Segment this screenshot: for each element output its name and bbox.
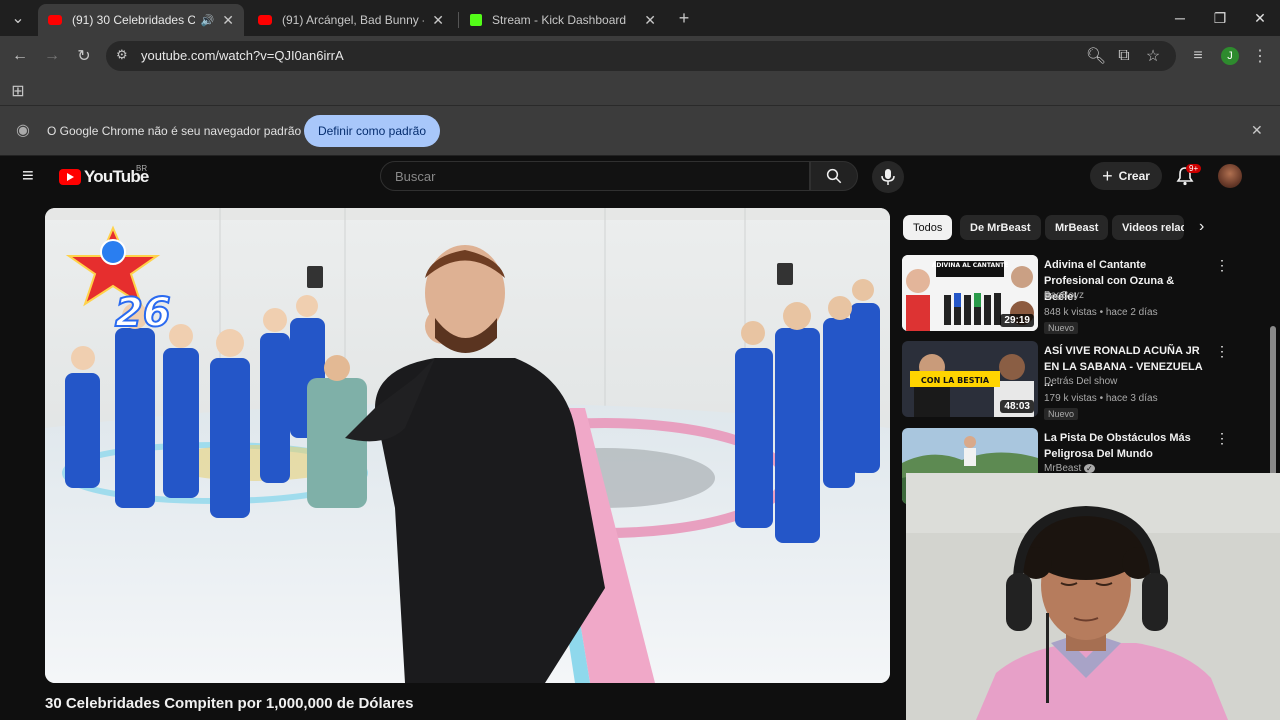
close-tab-icon[interactable]: ✕: [432, 12, 444, 29]
video-thumbnail[interactable]: ADIVINA AL CANTANTE 29:19: [902, 255, 1038, 331]
search-input[interactable]: Buscar: [380, 161, 810, 191]
chip-videos-relacionados[interactable]: Videos relac: [1112, 215, 1184, 240]
set-default-button[interactable]: Definir como padrão: [304, 115, 440, 147]
chip-de-mrbeast[interactable]: De MrBeast: [960, 215, 1041, 240]
video-duration: 48:03: [1000, 400, 1034, 413]
webcam-overlay: [906, 473, 1280, 720]
tab-title: Stream - Kick Dashboard: [492, 13, 627, 27]
hamburger-menu-icon[interactable]: ≡: [22, 165, 34, 188]
more-options-icon[interactable]: ⋮: [1215, 257, 1229, 274]
voice-search-button[interactable]: [872, 161, 904, 193]
region-code: BR: [136, 164, 148, 173]
tab-strip: ⌄ (91) 30 Celebridades Comp 🔊 ✕ (91) Arc…: [0, 0, 1280, 36]
new-badge: Nuevo: [1044, 322, 1079, 334]
kick-favicon-icon: [470, 14, 482, 26]
related-video-2[interactable]: CON LA BESTIA 48:03 ASÍ VIVE RONALD ACUÑ…: [902, 341, 1232, 421]
more-options-icon[interactable]: ⋮: [1215, 343, 1229, 360]
install-app-icon[interactable]: ⧉: [1112, 44, 1136, 68]
verified-icon: ✓: [1084, 464, 1095, 473]
search-placeholder: Buscar: [395, 169, 436, 184]
account-avatar[interactable]: [1218, 164, 1242, 188]
close-tab-icon[interactable]: ✕: [222, 12, 234, 29]
tab-title: (91) 30 Celebridades Comp: [72, 13, 195, 27]
zoom-icon[interactable]: 🔍︎: [1084, 44, 1108, 68]
back-icon[interactable]: ←: [8, 44, 32, 68]
youtube-favicon-icon: [48, 15, 62, 25]
microphone-icon: [881, 169, 895, 185]
video-title: 30 Celebridades Compiten por 1,000,000 d…: [45, 695, 414, 712]
search-button[interactable]: [810, 161, 858, 191]
default-browser-infobar: ◉ O Google Chrome não é seu navegador pa…: [0, 106, 1280, 156]
bookmarks-bar: ⊞: [0, 76, 1280, 106]
forward-icon[interactable]: →: [40, 44, 64, 68]
related-video-channel[interactable]: Detrás Del show: [1044, 376, 1117, 387]
new-tab-button[interactable]: +: [672, 6, 696, 30]
related-video-meta: 179 k vistas • hace 3 días: [1044, 393, 1158, 404]
tab-youtube-celebridades[interactable]: (91) 30 Celebridades Comp 🔊 ✕: [38, 4, 244, 36]
new-badge: Nuevo: [1044, 408, 1079, 420]
minimize-icon[interactable]: ─: [1160, 6, 1200, 30]
youtube-logo-icon[interactable]: [59, 169, 81, 185]
chip-mrbeast[interactable]: MrBeast: [1045, 215, 1109, 240]
browser-toolbar: ← → ↻ ⚙ youtube.com/watch?v=QJI0an6irrA …: [0, 36, 1280, 76]
url-text[interactable]: youtube.com/watch?v=QJI0an6irrA: [141, 48, 344, 63]
reload-icon[interactable]: ↻: [72, 44, 96, 68]
profile-avatar[interactable]: J: [1218, 44, 1242, 68]
restore-icon[interactable]: ❐: [1200, 6, 1240, 30]
create-button[interactable]: + Crear: [1090, 162, 1162, 190]
chrome-menu-icon[interactable]: ⋮: [1248, 44, 1272, 68]
video-thumbnail[interactable]: CON LA BESTIA 48:03: [902, 341, 1038, 417]
infobar-message: O Google Chrome não é seu navegador padr…: [47, 124, 302, 138]
video-player[interactable]: 26: [45, 208, 890, 683]
tab-title: (91) Arcángel, Bad Bunny - Me: [282, 13, 424, 27]
address-bar[interactable]: ⚙ youtube.com/watch?v=QJI0an6irrA: [106, 41, 1176, 71]
notification-count-badge: 9+: [1186, 164, 1202, 173]
chrome-logo-icon: ◉: [16, 122, 30, 139]
related-video-channel[interactable]: BagBoyz: [1044, 290, 1084, 301]
speaker-icon[interactable]: 🔊: [201, 14, 215, 27]
site-info-icon[interactable]: ⚙: [116, 47, 128, 63]
chip-todos[interactable]: Todos: [903, 215, 953, 240]
webcam-feed: [906, 473, 1280, 720]
thumb-text-2: CON LA BESTIA: [921, 376, 990, 385]
tab-youtube-arcangel[interactable]: (91) Arcángel, Bad Bunny - Me ✕: [248, 4, 454, 36]
reading-list-icon[interactable]: ≡: [1186, 44, 1210, 68]
video-duration: 29:19: [1000, 314, 1034, 327]
more-options-icon[interactable]: ⋮: [1215, 430, 1229, 447]
apps-grid-icon[interactable]: ⊞: [6, 79, 30, 103]
video-frame: 26: [45, 208, 890, 683]
overlay-26-text: 26: [115, 290, 171, 336]
close-tab-icon[interactable]: ✕: [644, 12, 656, 29]
tab-search-chevron-icon[interactable]: ⌄: [6, 6, 30, 30]
search-icon: [826, 168, 842, 184]
bookmark-star-icon[interactable]: ☆: [1141, 44, 1165, 68]
close-infobar-icon[interactable]: ✕: [1251, 122, 1263, 139]
tab-kick-dashboard[interactable]: Stream - Kick Dashboard ✕: [460, 4, 666, 36]
related-video-1[interactable]: ADIVINA AL CANTANTE 29:19 Adivina el Can…: [902, 255, 1232, 335]
plus-icon: +: [1102, 165, 1113, 186]
related-video-title[interactable]: La Pista De Obstáculos Más Peligrosa Del…: [1044, 430, 1209, 462]
related-video-meta: 848 k vistas • hace 2 días: [1044, 307, 1158, 318]
notifications-button[interactable]: 9+: [1176, 164, 1202, 186]
thumb-text-1: ADIVINA AL CANTANTE: [932, 262, 1009, 269]
youtube-favicon-icon: [258, 15, 272, 25]
chevron-right-icon[interactable]: ›: [1199, 218, 1204, 236]
close-window-icon[interactable]: ✕: [1240, 6, 1280, 30]
